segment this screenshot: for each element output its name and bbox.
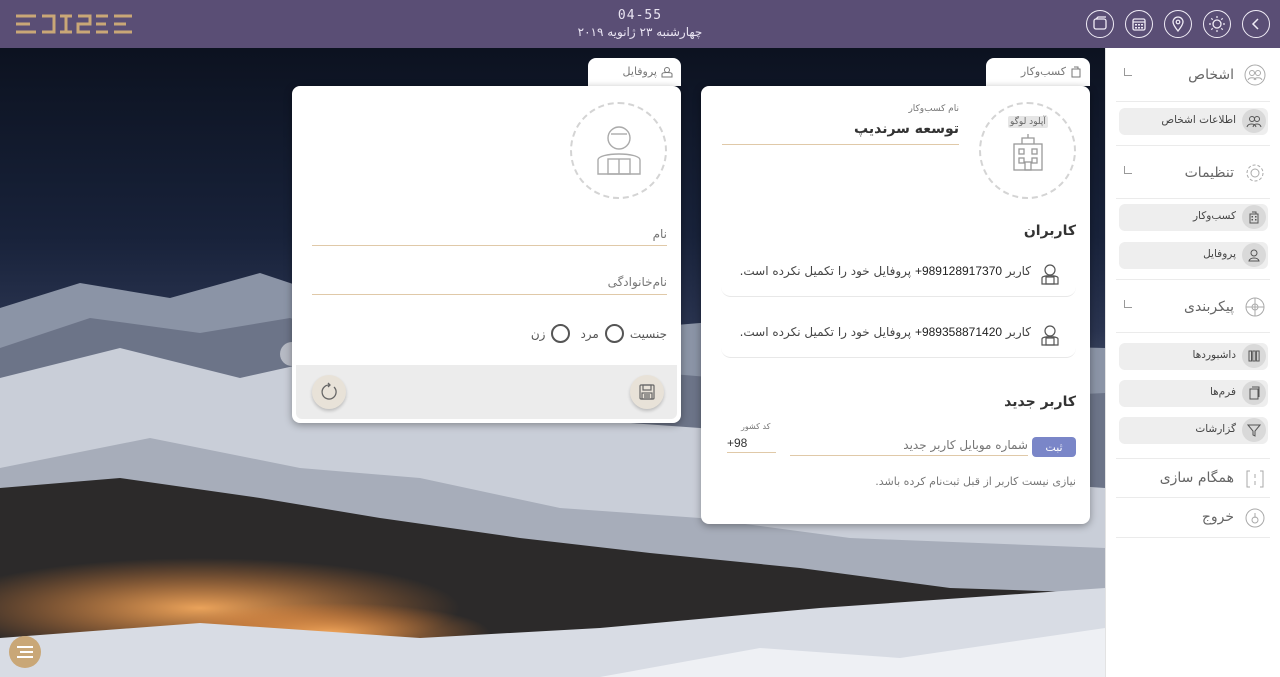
first-name-input[interactable] <box>312 245 667 246</box>
sidebar-item-label: اطلاعات اشخاص <box>1161 114 1236 126</box>
logo-upload[interactable]: آپلود لوگو <box>979 102 1076 199</box>
tab-label: پروفایل <box>622 65 657 78</box>
new-user-note: نیازی نیست کاربر از قبل ثبت‌نام کرده باش… <box>875 475 1076 488</box>
country-code-label: کد کشور <box>741 422 771 431</box>
sidebar-sync[interactable]: همگام سازی <box>1116 458 1270 498</box>
people-icon <box>1242 109 1266 133</box>
last-name-label: نام‌خانوادگی <box>607 275 667 289</box>
building-icon <box>1070 66 1082 78</box>
power-icon <box>1244 507 1266 529</box>
radio-male[interactable] <box>604 324 624 343</box>
sidebar-section-settings[interactable]: تنظیمات <box>1116 145 1270 199</box>
sidebar-logout[interactable]: خروج <box>1116 498 1270 538</box>
radio-female[interactable] <box>551 324 571 343</box>
tab-profile[interactable]: پروفایل <box>588 58 681 86</box>
business-card: آپلود لوگو نام کسب‌وکار توسعه سرندیپ کار… <box>701 86 1090 524</box>
user-phone: +989358871420 <box>914 325 1003 339</box>
profile-card-footer <box>296 365 677 419</box>
building-icon <box>1013 134 1043 171</box>
submit-button[interactable]: ثبت <box>1032 437 1076 457</box>
sidebar-section-title: پیکربندی <box>1183 299 1234 315</box>
gender-female-label: زن <box>530 326 546 341</box>
user-pending-icon <box>1038 323 1062 347</box>
sidebar-item-people-info[interactable]: اطلاعات اشخاص <box>1119 108 1268 135</box>
sidebar-section-config[interactable]: پیکربندی <box>1116 279 1270 333</box>
floating-menu-button[interactable] <box>9 636 41 668</box>
user-icon <box>1242 243 1266 267</box>
sidebar-item-forms[interactable]: فرم‌ها <box>1119 380 1268 407</box>
logout-label: خروج <box>1201 509 1234 525</box>
building-icon <box>1242 205 1266 229</box>
sync-label: همگام سازی <box>1159 470 1234 486</box>
country-code-field[interactable]: +98 <box>727 436 776 453</box>
sidebar-item-label: کسب‌وکار <box>1192 210 1236 222</box>
user-phone: +989128917370 <box>914 264 1003 278</box>
top-bar: 04-55 چهارشنبه ۲۳ ژانویه ۲۰۱۹ <box>0 0 1280 48</box>
user-row-text: کاربر +989358871420 پروفایل خود را تکمیل… <box>740 325 1031 339</box>
first-name-label: نام <box>652 227 667 241</box>
user-status: پروفایل خود را تکمیل نکرده است. <box>739 325 912 339</box>
user-row-text: کاربر +989128917370 پروفایل خود را تکمیل… <box>740 264 1031 278</box>
sidebar-item-label: گزارشات <box>1195 423 1236 435</box>
collapse-icon[interactable] <box>1124 68 1132 76</box>
filter-icon <box>1242 418 1266 442</box>
sidebar: اشخاص اطلاعات اشخاص تنظیمات کسب‌وکار پرو… <box>1105 48 1280 677</box>
tablet-icon[interactable] <box>1086 10 1114 38</box>
people-icon <box>1244 64 1266 86</box>
config-icon <box>1244 296 1266 318</box>
sidebar-section-people[interactable]: اشخاص <box>1116 48 1270 102</box>
users-title: کاربران <box>1023 223 1076 239</box>
menu-icon <box>17 646 33 658</box>
user-prefix: کاربر <box>1005 325 1031 339</box>
upload-logo-label: آپلود لوگو <box>1008 116 1048 128</box>
gender-field: جنسیت مرد زن <box>531 324 667 343</box>
user-avatar-icon <box>597 126 641 175</box>
sidebar-item-label: فرم‌ها <box>1209 386 1236 398</box>
refresh-button[interactable] <box>312 375 346 409</box>
sidebar-item-reports[interactable]: گزارشات <box>1119 417 1268 444</box>
forms-icon <box>1242 381 1266 405</box>
tab-label: کسب‌وکار <box>1020 65 1066 78</box>
user-pending-icon <box>1038 262 1062 286</box>
sync-icon <box>1244 468 1266 490</box>
tab-business[interactable]: کسب‌وکار <box>986 58 1090 86</box>
sidebar-item-dashboards[interactable]: داشبوردها <box>1119 343 1268 370</box>
refresh-icon <box>321 382 337 400</box>
sidebar-item-profile[interactable]: پروفایل <box>1119 242 1268 269</box>
user-icon <box>661 66 673 78</box>
user-row[interactable]: کاربر +989128917370 پروفایل خود را تکمیل… <box>721 257 1076 297</box>
user-prefix: کاربر <box>1005 264 1031 278</box>
gender-male-label: مرد <box>580 326 599 341</box>
business-name-underline <box>722 144 959 145</box>
collapse-icon[interactable] <box>1124 300 1132 308</box>
dashboard-icon <box>1242 344 1266 368</box>
sidebar-section-title: اشخاص <box>1188 67 1234 83</box>
sidebar-item-business[interactable]: کسب‌وکار <box>1119 204 1268 231</box>
save-button[interactable] <box>630 375 664 409</box>
theme-icon[interactable] <box>1203 10 1231 38</box>
mobile-input[interactable] <box>790 434 1028 456</box>
profile-photo-upload[interactable] <box>570 102 667 199</box>
save-icon <box>639 384 655 400</box>
location-icon[interactable] <box>1164 10 1192 38</box>
profile-card: نام نام‌خانوادگی جنسیت مرد زن <box>292 86 681 423</box>
gear-icon <box>1244 162 1266 184</box>
business-name-value[interactable]: توسعه سرندیپ <box>854 121 959 137</box>
last-name-input[interactable] <box>312 294 667 295</box>
new-user-title: کاربر جدید <box>1004 394 1076 410</box>
user-status: پروفایل خود را تکمیل نکرده است. <box>739 264 912 278</box>
collapse-icon[interactable] <box>1124 166 1132 174</box>
calendar-icon[interactable] <box>1125 10 1153 38</box>
sidebar-item-label: داشبوردها <box>1192 349 1236 361</box>
business-name-label: نام کسب‌وکار <box>908 104 959 114</box>
gender-label: جنسیت <box>629 326 667 341</box>
back-icon[interactable] <box>1242 10 1270 38</box>
sidebar-section-title: تنظیمات <box>1184 165 1234 181</box>
sidebar-item-label: پروفایل <box>1203 248 1236 260</box>
user-row[interactable]: کاربر +989358871420 پروفایل خود را تکمیل… <box>721 318 1076 358</box>
